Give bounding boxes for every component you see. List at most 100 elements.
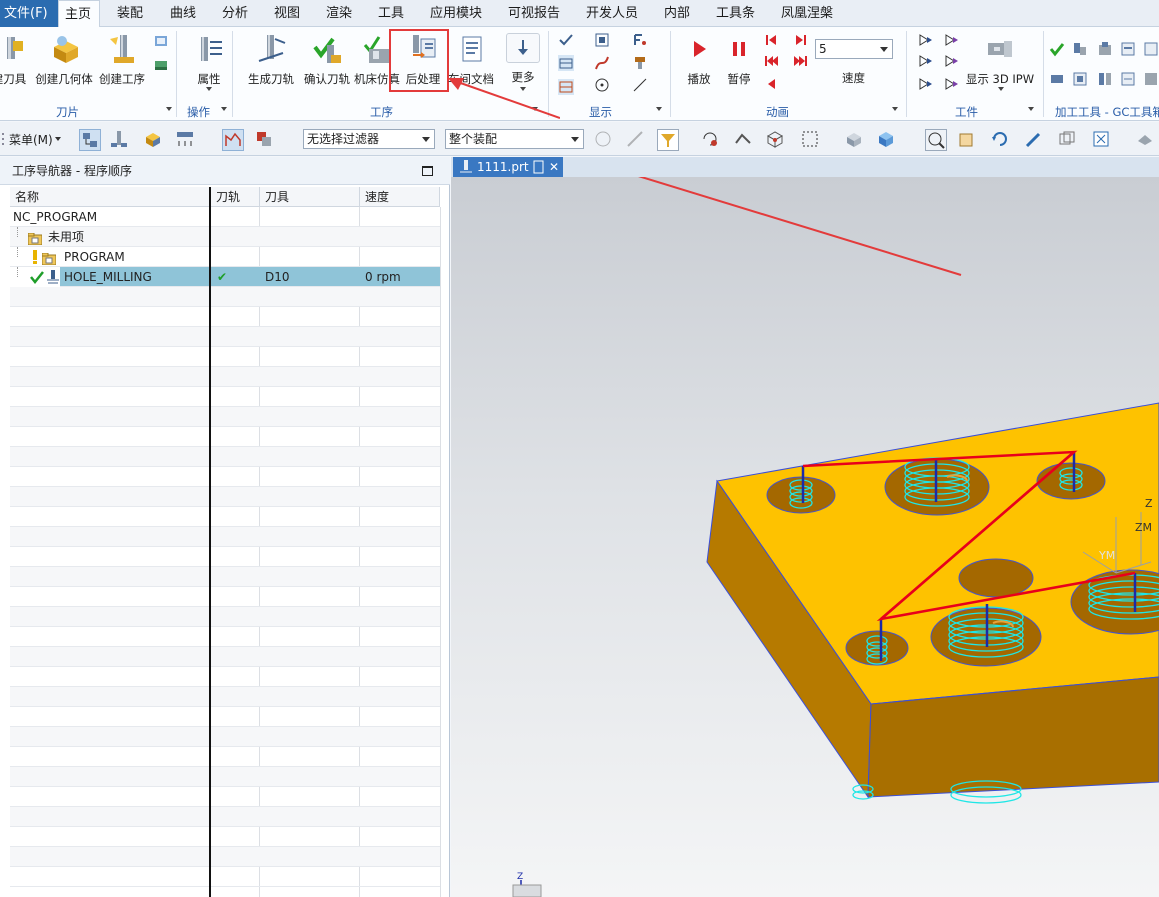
machine-view-icon[interactable] <box>109 129 131 151</box>
workpiece-icon-5[interactable] <box>944 53 960 69</box>
display-small-icon-2[interactable] <box>558 55 574 71</box>
tree-row[interactable]: PROGRAM <box>10 247 440 267</box>
empty-row <box>10 427 440 447</box>
gc-tool-icon-9[interactable] <box>1143 71 1159 87</box>
chevron-down-icon[interactable] <box>55 137 61 141</box>
column-header-speed[interactable]: 速度 <box>360 187 440 207</box>
workpiece-icon-6[interactable] <box>944 76 960 92</box>
graphics-viewport[interactable]: ZM YM Z Z <box>451 177 1159 897</box>
snap-icon-1[interactable] <box>593 129 615 151</box>
workpiece-icon-2[interactable] <box>918 53 934 69</box>
chevron-down-icon[interactable] <box>1028 107 1034 111</box>
toolpath-display-icon[interactable] <box>222 129 244 151</box>
chevron-down-icon[interactable] <box>166 107 172 111</box>
geometry-view-icon[interactable] <box>143 129 165 151</box>
empty-row <box>10 527 440 547</box>
menu-tab-analysis[interactable]: 分析 <box>216 0 254 27</box>
menu-tab-applications[interactable]: 应用模块 <box>424 0 488 27</box>
empty-row <box>10 687 440 707</box>
tree-row-selected[interactable]: HOLE_MILLING ✔ D10 0 rpm <box>10 267 440 287</box>
blade-small-icon-1[interactable] <box>153 33 169 49</box>
chevron-down-icon[interactable] <box>221 107 227 111</box>
workpiece-icon-1[interactable] <box>918 32 934 48</box>
display-small-icon-5[interactable] <box>632 32 648 48</box>
curve-icon[interactable] <box>594 55 610 71</box>
properties-button[interactable]: 属性 <box>178 29 240 99</box>
measure-icon[interactable] <box>733 129 755 151</box>
menu-tab-phoenix[interactable]: 凤凰涅槃 <box>775 0 839 27</box>
snap-icon-2[interactable] <box>625 129 647 151</box>
selection-filter-select[interactable]: 无选择过滤器 <box>303 129 435 149</box>
rotate-select-icon[interactable] <box>700 129 722 151</box>
target-icon[interactable] <box>594 77 610 93</box>
menu-tab-toolbar[interactable]: 工具条 <box>710 0 761 27</box>
chevron-down-icon[interactable] <box>892 107 898 111</box>
column-header-path[interactable]: 刀轨 <box>211 187 260 207</box>
menu-tab-visual-report[interactable]: 可视报告 <box>502 0 566 27</box>
method-view-icon[interactable] <box>175 129 197 151</box>
column-header-tool[interactable]: 刀具 <box>260 187 360 207</box>
fast-forward-icon[interactable] <box>793 53 809 69</box>
menu-tab-curve[interactable]: 曲线 <box>164 0 202 27</box>
create-geometry-button[interactable]: 创建几何体 <box>33 29 95 99</box>
rewind-icon[interactable] <box>763 53 779 69</box>
cube-select-icon[interactable] <box>765 129 787 151</box>
menu-tab-view[interactable]: 视图 <box>268 0 306 27</box>
menu-tab-developer[interactable]: 开发人员 <box>580 0 644 27</box>
show-3d-ipw-button[interactable]: 显示 3D IPW <box>962 29 1038 99</box>
column-header-name[interactable]: 名称 <box>10 187 210 207</box>
display-small-icon-3[interactable] <box>558 79 574 95</box>
display-small-icon-4[interactable] <box>594 32 610 48</box>
chevron-down-icon[interactable] <box>656 107 662 111</box>
line-icon[interactable] <box>632 77 648 93</box>
menu-tab-file[interactable]: 文件(F) <box>0 0 58 27</box>
gc-tool-icon-1[interactable] <box>1072 41 1088 57</box>
menu-tab-tools[interactable]: 工具 <box>372 0 410 27</box>
menu-button[interactable]: 菜单(M) <box>9 131 53 148</box>
gc-check-icon[interactable] <box>1049 41 1065 57</box>
blade-small-icon-2[interactable] <box>153 57 169 73</box>
more-view-icon[interactable] <box>1135 129 1157 151</box>
zoom-icon[interactable] <box>925 129 947 151</box>
pause-button[interactable]: 暂停 <box>710 29 768 99</box>
speed-select[interactable]: 5 <box>815 39 893 59</box>
clipping-icon[interactable] <box>1057 129 1079 151</box>
gc-tool-icon-5[interactable] <box>1049 71 1065 87</box>
gc-tool-icon-3[interactable] <box>1120 41 1136 57</box>
tool-display-icon[interactable] <box>254 129 276 151</box>
gc-tool-icon-7[interactable] <box>1097 71 1113 87</box>
gc-tool-icon-8[interactable] <box>1120 71 1136 87</box>
column-splitter[interactable] <box>209 187 211 897</box>
blue-cube-icon[interactable] <box>876 129 898 151</box>
display-small-icon-1[interactable] <box>558 32 574 48</box>
box-select-icon[interactable] <box>800 129 822 151</box>
tree-connector <box>17 267 27 277</box>
workpiece-icon-4[interactable] <box>944 32 960 48</box>
menu-tab-assembly[interactable]: 装配 <box>111 0 149 27</box>
pencil-icon[interactable] <box>1024 129 1046 151</box>
create-operation-button[interactable]: 创建工序 <box>91 29 153 99</box>
gc-tool-icon-4[interactable] <box>1143 41 1159 57</box>
fit-view-icon[interactable] <box>1091 129 1113 151</box>
gc-tool-icon-6[interactable] <box>1072 71 1088 87</box>
tree-row[interactable]: NC_PROGRAM <box>10 207 440 227</box>
menu-tab-home[interactable]: 主页 <box>58 0 100 28</box>
shaded-view-icon[interactable] <box>844 129 866 151</box>
workpiece-icon-3[interactable] <box>918 76 934 92</box>
maximize-icon[interactable] <box>422 166 433 176</box>
rotate-icon[interactable] <box>990 129 1012 151</box>
filter-icon[interactable] <box>657 129 679 151</box>
gc-tool-icon-2[interactable] <box>1097 41 1113 57</box>
step-back-icon[interactable] <box>763 32 779 48</box>
program-order-view-icon[interactable] <box>79 129 101 151</box>
empty-row <box>10 707 440 727</box>
tree-row[interactable]: 未用项 <box>10 227 440 247</box>
tool-holder-icon[interactable] <box>632 55 648 71</box>
prev-icon[interactable] <box>763 76 779 92</box>
menu-tab-internal[interactable]: 内部 <box>658 0 696 27</box>
pan-icon[interactable] <box>957 129 979 151</box>
empty-row <box>10 307 440 327</box>
menu-tab-render[interactable]: 渲染 <box>320 0 358 27</box>
generate-toolpath-button[interactable]: 生成刀轨 <box>240 29 302 99</box>
step-forward-icon[interactable] <box>793 32 809 48</box>
